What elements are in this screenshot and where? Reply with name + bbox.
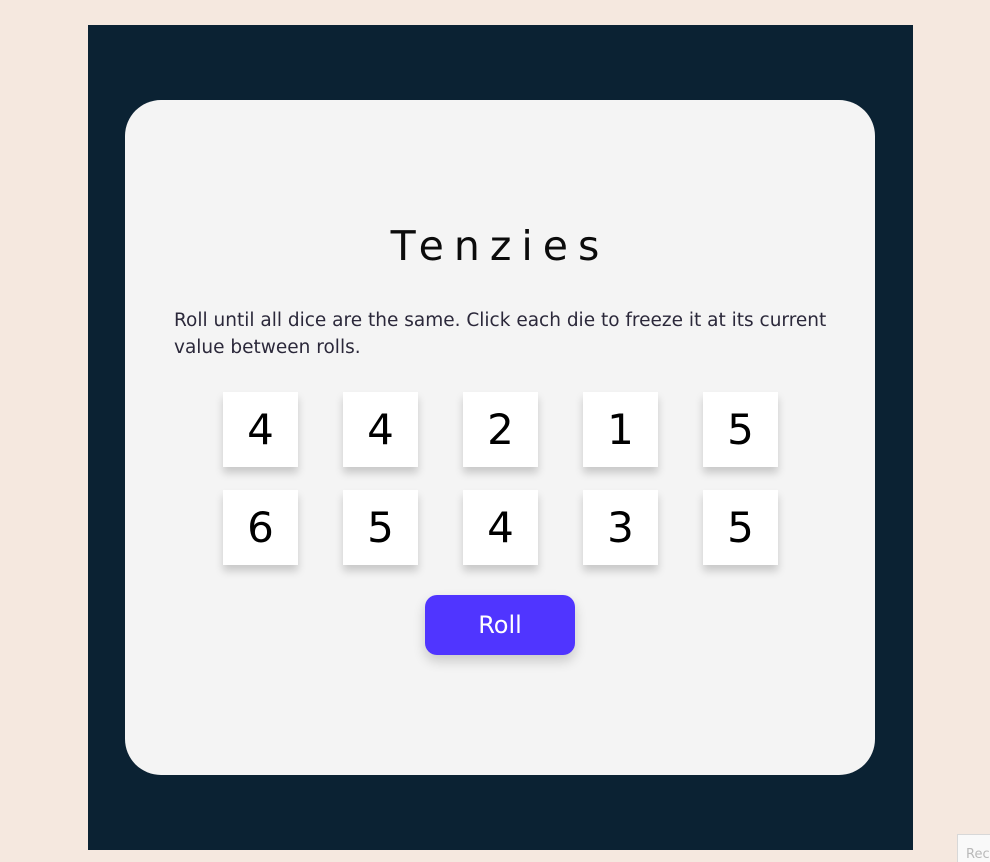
die-6[interactable]: 6	[223, 490, 298, 565]
page-title: Tenzies	[390, 222, 610, 270]
page: Tenzies Roll until all dice are the same…	[0, 0, 990, 862]
dice-grid: 4 4 2 1 5 6 5 4 3 5	[223, 392, 778, 565]
die-10[interactable]: 5	[703, 490, 778, 565]
die-7[interactable]: 5	[343, 490, 418, 565]
die-5[interactable]: 5	[703, 392, 778, 467]
die-9[interactable]: 3	[583, 490, 658, 565]
die-1[interactable]: 4	[223, 392, 298, 467]
game-card: Tenzies Roll until all dice are the same…	[125, 100, 875, 775]
die-8[interactable]: 4	[463, 490, 538, 565]
die-3[interactable]: 2	[463, 392, 538, 467]
corner-badge[interactable]: Rec	[957, 834, 990, 862]
die-4[interactable]: 1	[583, 392, 658, 467]
instructions-text: Roll until all dice are the same. Click …	[174, 310, 827, 358]
roll-button[interactable]: Roll	[425, 595, 575, 655]
app-frame: Tenzies Roll until all dice are the same…	[88, 25, 913, 850]
die-2[interactable]: 4	[343, 392, 418, 467]
